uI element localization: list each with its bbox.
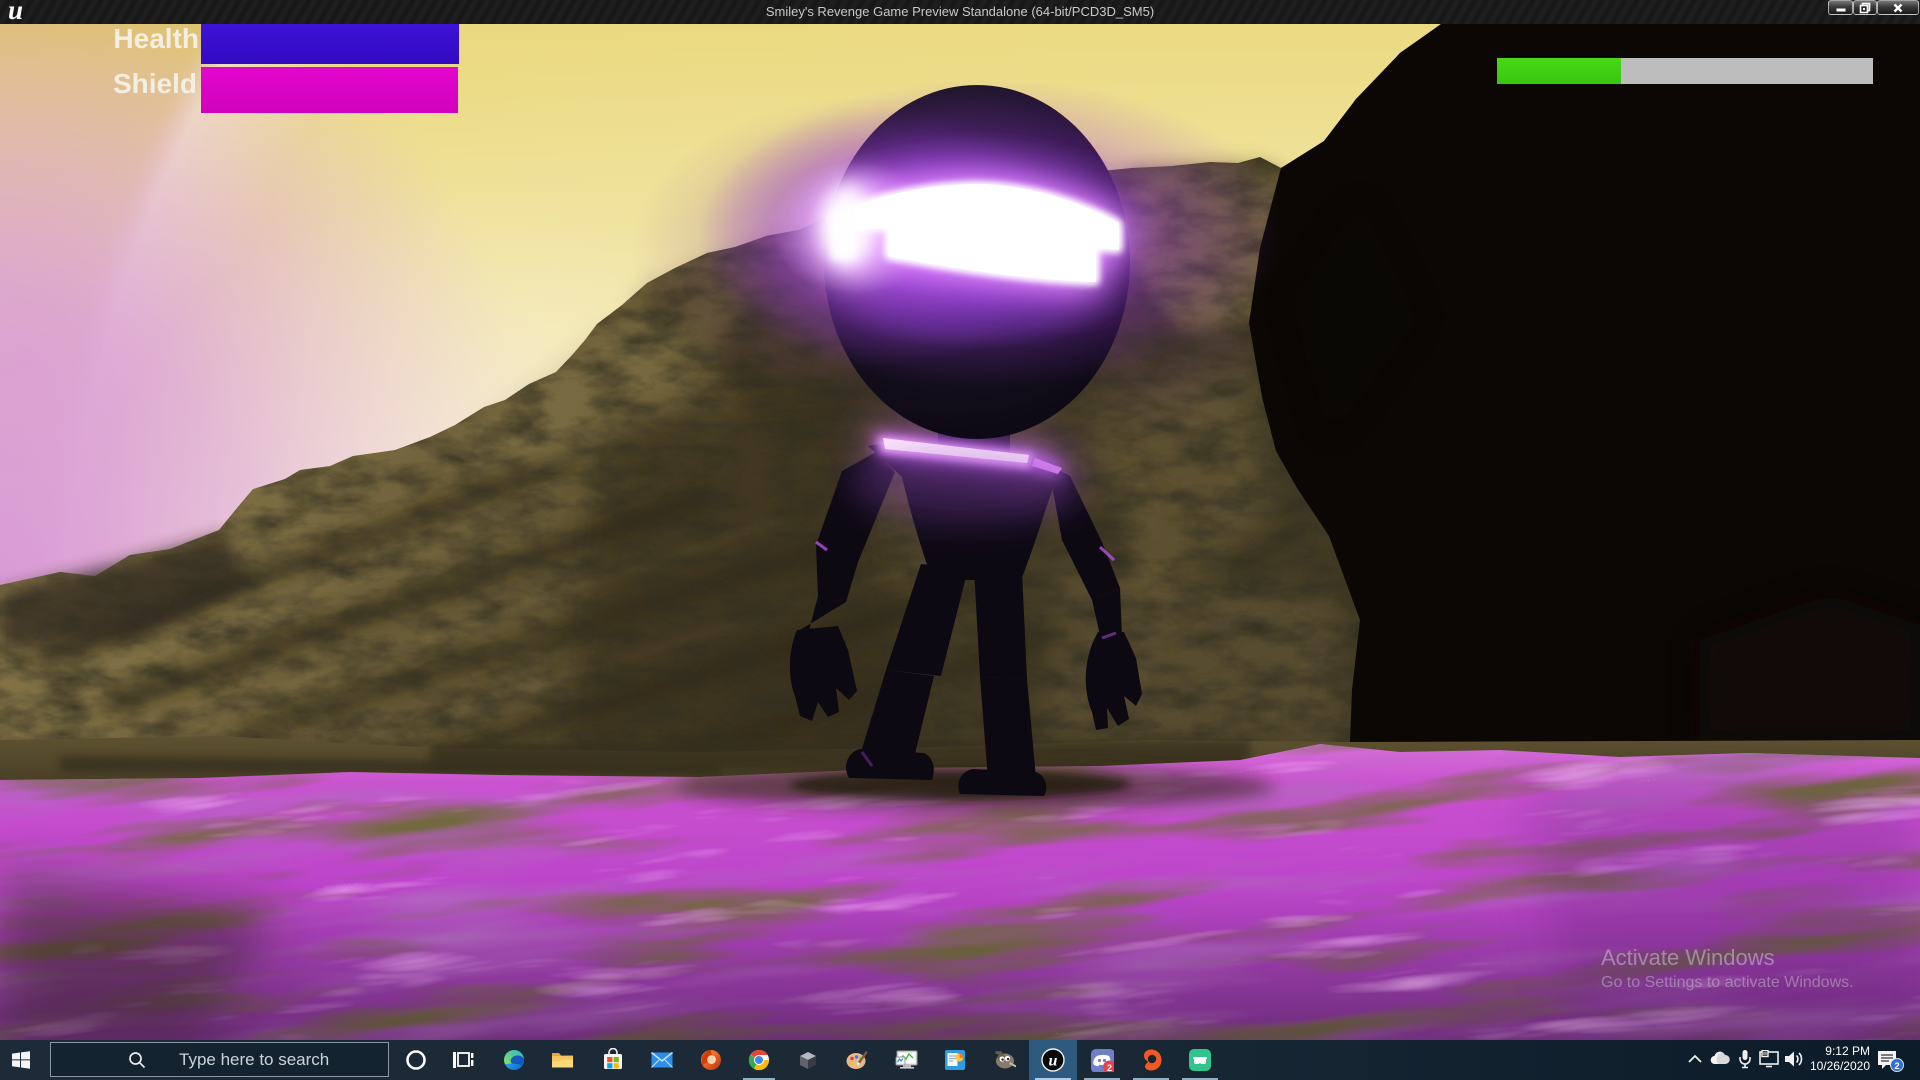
svg-text:2: 2	[1107, 1063, 1112, 1072]
svg-text:u: u	[1049, 1053, 1058, 1070]
svg-text:2: 2	[1894, 1061, 1899, 1072]
